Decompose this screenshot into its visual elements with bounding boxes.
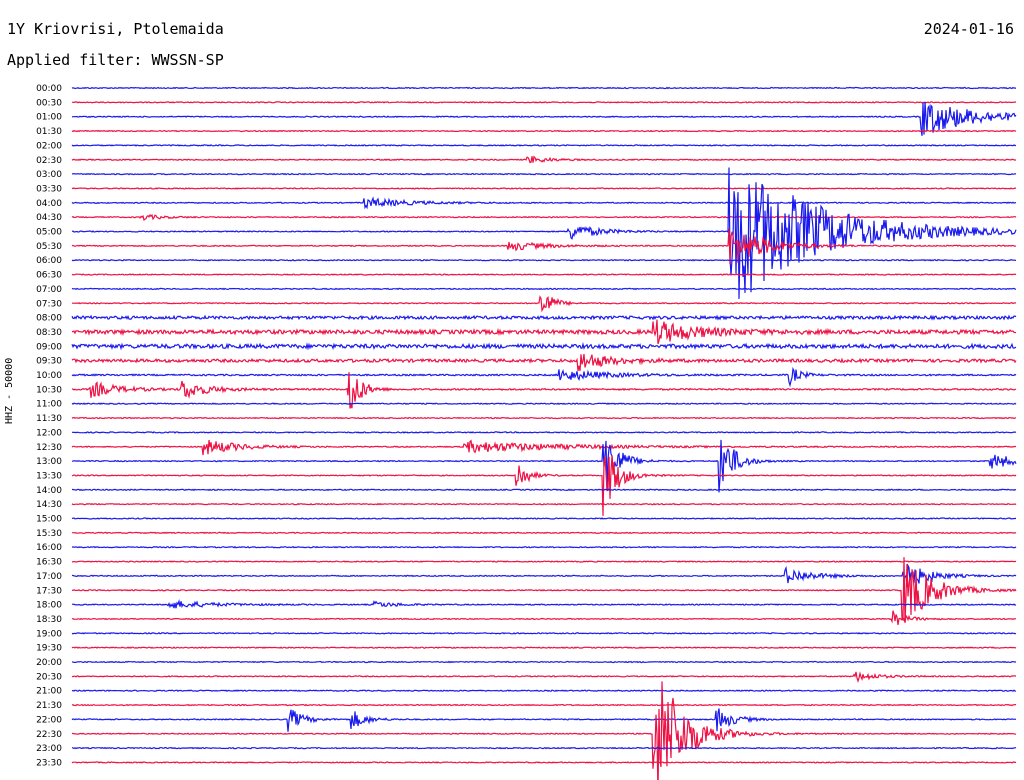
- trace-line: [71, 101, 1016, 104]
- time-label: 14:00: [36, 486, 62, 496]
- time-label: 04:30: [36, 213, 62, 223]
- trace-line: [71, 172, 1017, 176]
- trace-line: [71, 660, 1017, 664]
- time-label: 11:00: [36, 400, 62, 410]
- time-label: 21:30: [36, 701, 62, 711]
- time-label: 17:30: [36, 586, 62, 596]
- trace-line: [72, 545, 1017, 549]
- time-label: 13:30: [36, 471, 62, 481]
- time-label: 09:30: [36, 357, 62, 367]
- trace-line: [71, 402, 1017, 406]
- trace-line: [71, 213, 1017, 221]
- time-label: 15:00: [36, 515, 62, 525]
- trace-line: [71, 129, 1017, 133]
- trace-line: [71, 314, 1017, 321]
- time-label: 03:30: [36, 184, 62, 194]
- trace-line: [71, 560, 1017, 563]
- time-label: 07:00: [36, 285, 62, 295]
- trace-line: [71, 761, 1016, 764]
- trace-line: [72, 431, 1017, 434]
- time-label: 10:30: [36, 385, 62, 395]
- time-label: 03:00: [36, 170, 62, 180]
- time-label: 23:00: [36, 744, 62, 754]
- time-label: 01:00: [36, 113, 62, 123]
- trace-line: [71, 295, 1017, 313]
- time-label: 02:30: [36, 156, 62, 166]
- time-label: 04:00: [36, 199, 62, 209]
- time-label: 19:00: [36, 629, 62, 639]
- time-label: 21:00: [36, 687, 62, 697]
- time-label: 11:30: [36, 414, 62, 424]
- trace-line: [71, 455, 1017, 516]
- time-label: 06:30: [36, 271, 62, 281]
- trace-line: [71, 155, 1017, 164]
- time-label: 16:30: [36, 558, 62, 568]
- trace-line: [71, 319, 1017, 345]
- time-label: 18:00: [36, 601, 62, 611]
- time-label: 22:00: [36, 715, 62, 725]
- trace-line: [71, 531, 1017, 535]
- trace-line: [71, 502, 1017, 506]
- trace-line: [71, 342, 1017, 351]
- trace-line: [71, 258, 1017, 262]
- time-label: 02:00: [36, 141, 62, 151]
- trace-line: [71, 681, 1017, 780]
- time-label: 17:00: [36, 572, 62, 582]
- time-label: 05:00: [36, 228, 62, 238]
- time-label: 12:00: [36, 428, 62, 438]
- time-label: 10:00: [36, 371, 62, 381]
- trace-line: [71, 689, 1017, 693]
- trace-line: [71, 646, 1017, 649]
- time-label: 12:30: [36, 443, 62, 453]
- trace-line: [71, 703, 1016, 707]
- trace-line: [71, 610, 1016, 625]
- trace-line: [71, 517, 1017, 520]
- time-label: 05:30: [36, 242, 62, 252]
- time-label: 20:00: [36, 658, 62, 668]
- time-label: 23:30: [36, 758, 62, 768]
- trace-line: [71, 439, 1017, 456]
- trace-line: [71, 144, 1017, 147]
- time-label: 20:30: [36, 672, 62, 682]
- trace-line: [71, 598, 1017, 609]
- trace-line: [71, 86, 1016, 90]
- time-label: 09:00: [36, 342, 62, 352]
- trace-line: [71, 366, 1017, 388]
- trace-line: [71, 416, 1017, 420]
- trace-line: [71, 671, 1017, 683]
- helicorder-page: 1Y Kriovrisi, Ptolemaida 2024-01-16 Appl…: [0, 0, 1024, 780]
- time-label: 14:30: [36, 500, 62, 510]
- trace-line: [71, 187, 1017, 190]
- trace-line: [71, 353, 1017, 372]
- time-label: 18:30: [36, 615, 62, 625]
- trace-line: [71, 563, 1017, 587]
- helicorder-plot: 00:00 00:30 01:00 01:30 02:00 02:30 03:00 03:30…: [36, 84, 1017, 780]
- trace-line: [71, 746, 1017, 750]
- time-label: 01:30: [36, 127, 62, 137]
- time-label: 08:00: [36, 314, 62, 324]
- time-label: 00:00: [36, 84, 62, 94]
- trace-line: [71, 167, 1017, 299]
- trace-line: [71, 488, 1017, 492]
- trace-line: [71, 196, 1017, 210]
- trace-line: [71, 273, 1017, 276]
- time-label: 19:30: [36, 644, 62, 654]
- trace-line: [71, 631, 1017, 635]
- trace-line: [71, 708, 1017, 732]
- trace-line: [71, 287, 1017, 291]
- time-label: 07:30: [36, 299, 62, 309]
- time-label: 08:30: [36, 328, 62, 338]
- time-label: 16:00: [36, 543, 62, 553]
- time-label: 22:30: [36, 730, 62, 740]
- time-label: 06:00: [36, 256, 62, 266]
- time-label: 00:30: [36, 98, 62, 108]
- time-label: 13:00: [36, 457, 62, 467]
- time-label: 15:30: [36, 529, 62, 539]
- trace-line: [71, 557, 1017, 623]
